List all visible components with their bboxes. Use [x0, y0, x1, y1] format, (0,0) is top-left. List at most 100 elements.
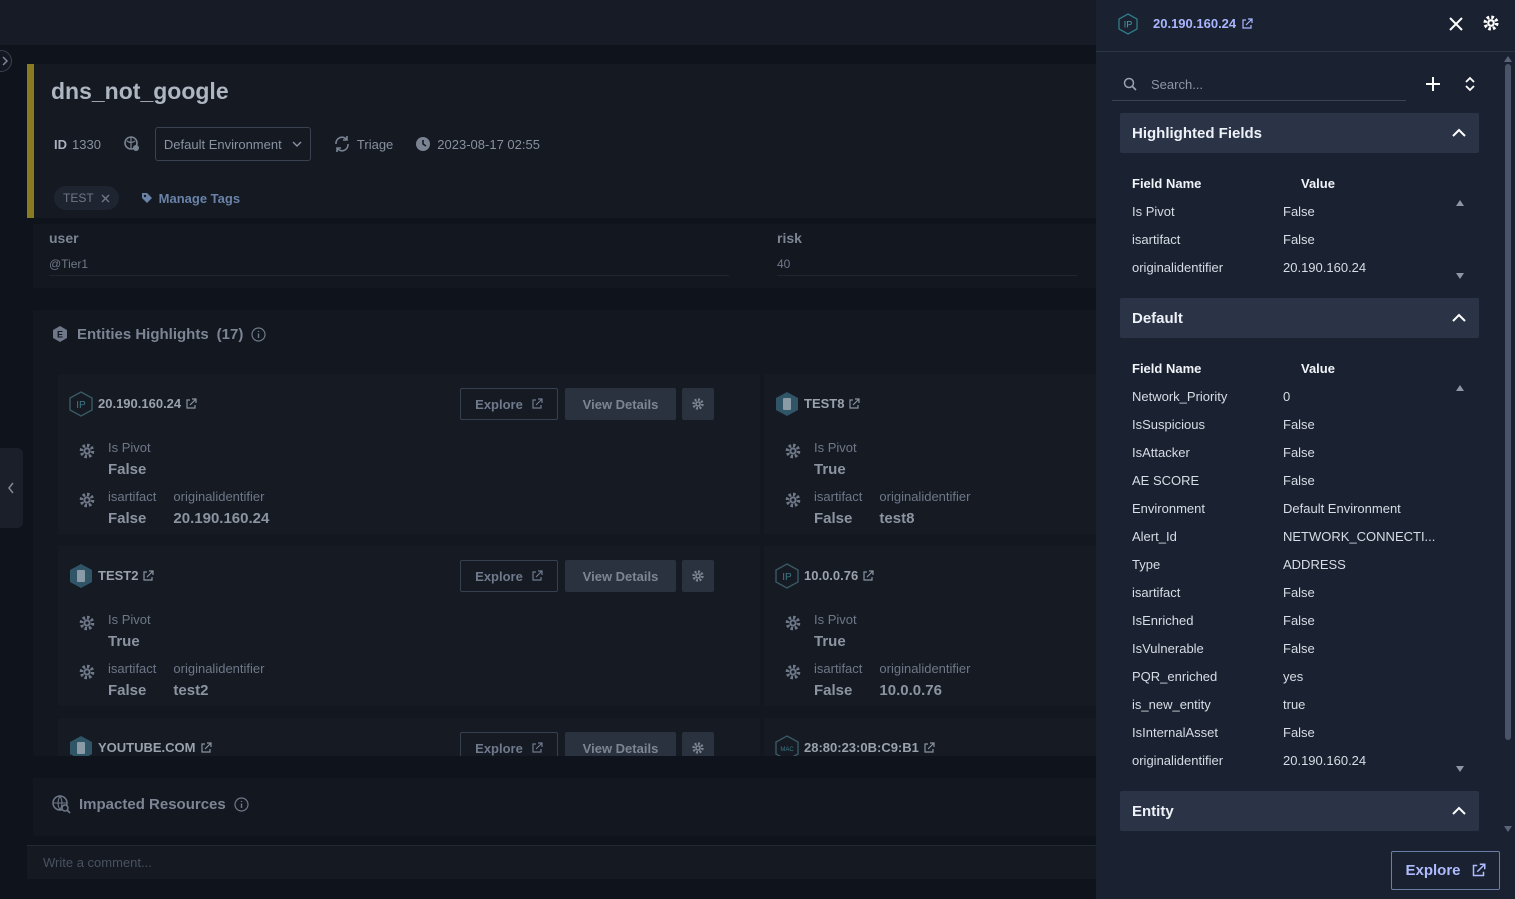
user-risk-row: user @Tier1 risk 40: [33, 224, 1096, 288]
alert-id-label: ID: [54, 136, 67, 152]
entity-field-row: isartifact False originalidentifier 20.190…: [70, 489, 286, 527]
scroll-up-icon[interactable]: [1504, 56, 1512, 62]
entity-card-title[interactable]: YOUTUBE.COM: [98, 740, 212, 755]
side-drawer-handle[interactable]: [0, 448, 23, 528]
search-input[interactable]: [1151, 76, 1406, 92]
impacted-title-text: Impacted Resources: [79, 795, 226, 813]
explore-button[interactable]: Explore: [460, 388, 558, 420]
field-key: isartifact: [814, 489, 863, 504]
search-icon: [1123, 77, 1137, 91]
info-icon[interactable]: [251, 326, 266, 342]
table-row: Network_Priority 0: [1132, 388, 1291, 404]
gear-icon: [785, 492, 801, 508]
field-key: isartifact: [814, 661, 863, 676]
comment-box: [27, 845, 1096, 879]
panel-title-link[interactable]: 20.190.160.24: [1153, 16, 1253, 31]
card-settings-button[interactable]: [682, 560, 714, 592]
remove-tag-icon[interactable]: [101, 194, 110, 203]
scroll-down-icon[interactable]: [1456, 273, 1464, 279]
table-row: originalidentifier 20.190.160.24: [1132, 752, 1367, 768]
chevron-up-icon: [1452, 806, 1466, 815]
field-value: False: [108, 510, 147, 527]
gear-icon: [79, 615, 95, 631]
expand-collapse-all-button[interactable]: [1460, 74, 1480, 94]
tag-chip[interactable]: TEST: [54, 186, 119, 210]
explore-button[interactable]: Explore: [460, 560, 558, 592]
entity-card: TEST8 Is Pivot True isartifact False origi…: [764, 374, 1096, 534]
environment-select[interactable]: Default Environment: [154, 127, 311, 161]
entities-count: (17): [216, 325, 244, 343]
field-key: originalidentifier: [173, 489, 265, 504]
external-link-icon: [1472, 863, 1486, 877]
external-link-icon: [1242, 17, 1253, 29]
panel-scrollbar[interactable]: [1502, 56, 1515, 836]
add-field-button[interactable]: [1423, 74, 1443, 94]
scroll-up-icon[interactable]: [1456, 385, 1464, 391]
entity-card: TEST2 Explore View Details Is Pivot True …: [58, 546, 760, 706]
table-row: Type ADDRESS: [1132, 556, 1346, 572]
field-value: False: [814, 510, 853, 527]
table-row: Environment Default Environment: [1132, 500, 1401, 516]
info-icon[interactable]: [234, 796, 249, 812]
host-icon: [774, 390, 800, 418]
entity-card-title[interactable]: TEST8: [804, 396, 861, 411]
entity-card-title[interactable]: 10.0.0.76: [804, 568, 874, 583]
panel-header: IP 20.190.160.24: [1096, 0, 1515, 52]
card-settings-button[interactable]: [682, 388, 714, 420]
risk-label: risk: [777, 230, 802, 246]
alert-header: dns_not_google ID 1330 Default Environme…: [27, 64, 1096, 218]
entity-card-title[interactable]: TEST2: [98, 568, 155, 583]
entity-section-title: Entity: [1132, 802, 1174, 820]
external-link-icon: [532, 570, 543, 581]
entity-field-row: Is Pivot False: [70, 440, 168, 478]
chevron-up-icon: [1452, 128, 1466, 137]
card-settings-button[interactable]: [682, 732, 714, 756]
plus-icon: [1426, 77, 1440, 91]
entity-card: YOUTUBE.COM Explore View Details: [58, 718, 760, 756]
field-key: isartifact: [108, 489, 157, 504]
mac-icon: MAC: [774, 734, 800, 756]
svg-text:IP: IP: [782, 572, 792, 583]
external-link-icon: [863, 569, 874, 581]
expand-collapse-icon: [1465, 76, 1475, 92]
alert-meta: ID 1330 Default Environment Triage 2023-…: [54, 127, 540, 161]
gear-icon: [79, 443, 95, 459]
table-row: isartifact False: [1132, 584, 1315, 600]
entity-card-title[interactable]: 28:80:23:0B:C9:B1: [804, 740, 935, 755]
highlighted-fields-header[interactable]: Highlighted Fields: [1120, 113, 1479, 153]
field-key: originalidentifier: [173, 661, 265, 676]
table-row: IsInternalAsset False: [1132, 724, 1315, 740]
table-row: PQR_enriched yes: [1132, 668, 1304, 684]
scroll-up-icon[interactable]: [1456, 200, 1464, 206]
panel-explore-button[interactable]: Explore: [1391, 851, 1500, 890]
entity-field-row: isartifact False originalidentifier test2: [70, 661, 281, 699]
external-link-icon: [532, 742, 543, 753]
comment-input[interactable]: [27, 846, 1096, 879]
environment-select-value: Default Environment: [163, 136, 282, 152]
entity-section-header[interactable]: Entity: [1120, 791, 1479, 831]
tag-row: TEST Manage Tags: [54, 186, 240, 210]
view-details-button[interactable]: View Details: [565, 732, 676, 756]
external-link-icon: [849, 397, 861, 409]
entity-card-title[interactable]: 20.190.160.24: [98, 396, 197, 411]
environment-icon: [123, 135, 141, 153]
view-details-button[interactable]: View Details: [565, 388, 676, 420]
table-row: IsEnriched False: [1132, 612, 1315, 628]
manage-tags-link[interactable]: Manage Tags: [141, 191, 240, 206]
expand-nav-button[interactable]: [0, 50, 12, 72]
entities-title: E Entities Highlights (17): [51, 325, 266, 343]
scrollbar-thumb[interactable]: [1505, 64, 1511, 740]
alert-page: dns_not_google ID 1330 Default Environme…: [0, 0, 1096, 899]
explore-button[interactable]: Explore: [460, 732, 558, 756]
default-section-header[interactable]: Default: [1120, 298, 1479, 338]
panel-settings-button[interactable]: [1482, 14, 1502, 34]
clock-icon: [415, 136, 431, 152]
scroll-down-icon[interactable]: [1456, 766, 1464, 772]
view-details-button[interactable]: View Details: [565, 560, 676, 592]
gear-icon: [692, 398, 704, 410]
close-button[interactable]: [1446, 14, 1466, 34]
svg-text:IP: IP: [76, 400, 86, 411]
scroll-down-icon[interactable]: [1504, 826, 1512, 832]
gear-icon: [785, 615, 801, 631]
highlighted-fields-title: Highlighted Fields: [1132, 124, 1262, 142]
